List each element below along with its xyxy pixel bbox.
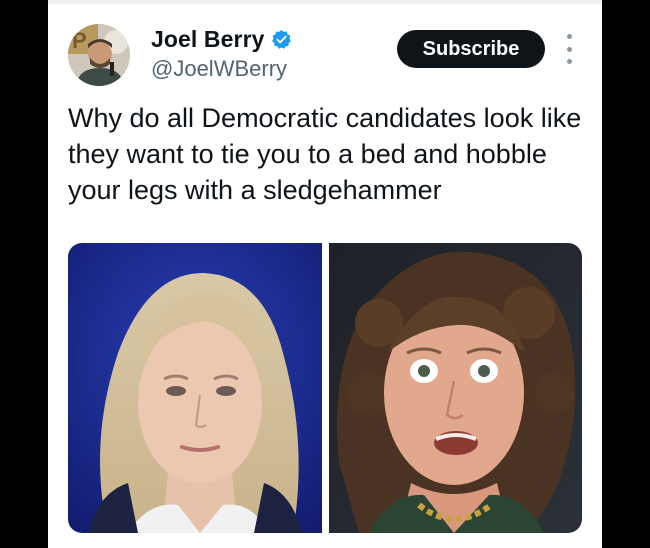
- tweet-card: P Joel Berry @JoelWBerry Subscribe Why d…: [48, 0, 602, 548]
- author-handle[interactable]: @JoelWBerry: [151, 56, 287, 82]
- screenshot-frame: P Joel Berry @JoelWBerry Subscribe Why d…: [0, 0, 650, 548]
- more-dot: [566, 59, 572, 64]
- avatar-image: P: [68, 24, 130, 86]
- card-top-divider: [48, 0, 602, 4]
- author-avatar[interactable]: P: [68, 24, 130, 86]
- more-dot: [566, 46, 572, 52]
- media-photo-left[interactable]: [68, 243, 322, 533]
- more-dot: [566, 34, 572, 39]
- tweet-text: Why do all Democratic candidates look li…: [68, 103, 582, 205]
- verified-badge-icon: [271, 29, 292, 50]
- media-photo-right[interactable]: [329, 243, 582, 533]
- author-display-name[interactable]: Joel Berry: [151, 26, 265, 53]
- subscribe-button[interactable]: Subscribe: [397, 30, 545, 68]
- avatar-badge-letter: P: [72, 28, 87, 53]
- tweet-media[interactable]: [68, 243, 582, 533]
- author-name-row: Joel Berry: [151, 24, 292, 54]
- more-options-icon[interactable]: [562, 34, 576, 64]
